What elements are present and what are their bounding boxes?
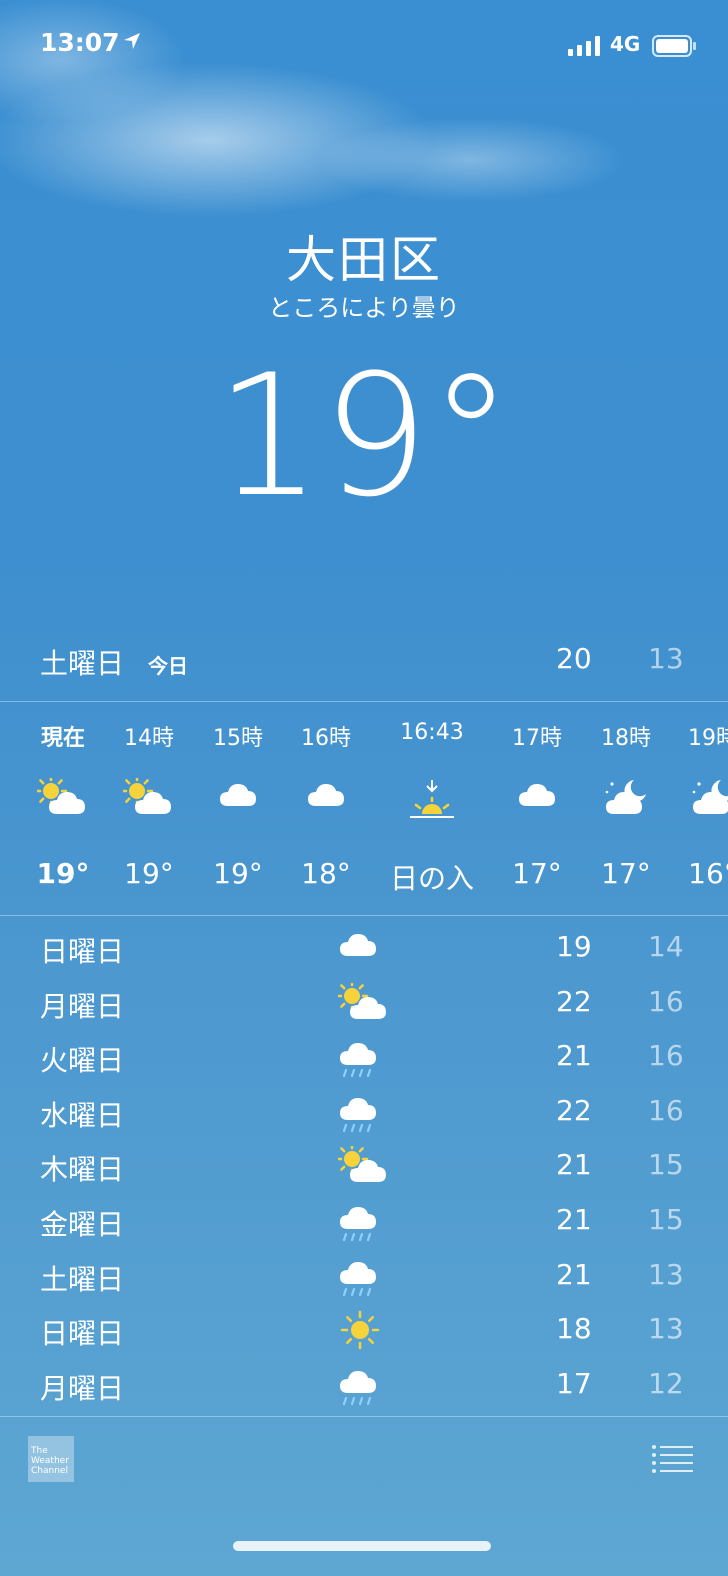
signal-bars-icon bbox=[568, 36, 602, 60]
today-low: 13 bbox=[648, 642, 684, 675]
battery-icon bbox=[652, 35, 696, 61]
hourly-item: 18時 17° bbox=[581, 702, 671, 914]
daily-high: 21 bbox=[556, 1257, 592, 1291]
cloud-icon bbox=[517, 778, 557, 814]
hourly-item: 15時 19° bbox=[193, 702, 283, 914]
current-temperature: 19° bbox=[215, 338, 513, 534]
hourly-item: 19時 16° bbox=[668, 702, 728, 914]
daily-high: 21 bbox=[556, 1039, 592, 1073]
daily-row: 木曜日 21 15 bbox=[0, 1140, 728, 1194]
daily-high: 21 bbox=[556, 1203, 592, 1236]
sun-icon bbox=[338, 1310, 382, 1354]
status-bar: 13:07 4G bbox=[0, 28, 728, 64]
daily-high: 22 bbox=[556, 984, 592, 1018]
daily-row: 日曜日 19 14 bbox=[0, 922, 728, 976]
divider bbox=[0, 915, 728, 916]
hourly-item: 16:43 日の入 bbox=[386, 702, 478, 914]
hourly-temp: 17° bbox=[512, 857, 562, 890]
daily-high: 19 bbox=[556, 930, 592, 963]
hourly-time: 17時 bbox=[512, 726, 562, 751]
hourly-time: 16:43 bbox=[400, 720, 464, 745]
hourly-temp: 19° bbox=[124, 857, 174, 890]
daily-day: 月曜日 bbox=[40, 989, 125, 1023]
condition-text: ところにより曇り bbox=[268, 294, 460, 322]
partly-cloudy-icon bbox=[335, 1143, 390, 1190]
daily-day: 日曜日 bbox=[40, 935, 125, 968]
hourly-item: 16時 18° bbox=[281, 702, 371, 914]
weather-channel-logo[interactable]: The Weather Channel bbox=[28, 1436, 74, 1482]
daily-day: 日曜日 bbox=[40, 1317, 125, 1351]
partly-cloudy-icon bbox=[335, 979, 390, 1027]
divider bbox=[0, 1416, 728, 1417]
partly-cloudy-icon bbox=[34, 774, 89, 822]
daily-row: 金曜日 21 15 bbox=[0, 1195, 728, 1249]
daily-high: 17 bbox=[556, 1366, 592, 1400]
daily-high: 22 bbox=[556, 1093, 592, 1127]
daily-row: 土曜日 21 13 bbox=[0, 1250, 728, 1304]
daily-low: 15 bbox=[648, 1203, 684, 1236]
partly-cloudy-icon bbox=[120, 774, 175, 822]
hourly-forecast[interactable]: 現在 19° 14時 19° 15時 19° 16時 18° 16:43 日の入 17時 17°… bbox=[0, 702, 728, 914]
daily-row: 火曜日 21 16 bbox=[0, 1031, 728, 1085]
rain-icon bbox=[338, 1365, 380, 1411]
cloud-icon bbox=[306, 778, 346, 814]
hourly-item: 17時 17° bbox=[492, 702, 582, 914]
hourly-time: 現在 bbox=[40, 726, 85, 751]
daily-day: 木曜日 bbox=[40, 1153, 125, 1187]
network-type: 4G bbox=[610, 32, 641, 56]
daily-day: 火曜日 bbox=[40, 1044, 125, 1078]
daily-low: 16 bbox=[648, 1039, 684, 1073]
home-indicator[interactable] bbox=[233, 1541, 491, 1551]
hourly-temp: 16° bbox=[688, 857, 728, 890]
hourly-time: 18時 bbox=[601, 726, 651, 751]
hourly-temp: 19° bbox=[213, 857, 263, 890]
daily-low: 14 bbox=[648, 930, 684, 963]
hourly-temp: 19° bbox=[36, 857, 90, 890]
daily-low: 13 bbox=[648, 1312, 684, 1346]
sunset-icon bbox=[408, 778, 456, 826]
hourly-item: 14時 19° bbox=[104, 702, 194, 914]
daily-day: 水曜日 bbox=[40, 1098, 125, 1132]
daily-row: 水曜日 22 16 bbox=[0, 1086, 728, 1140]
rain-icon bbox=[338, 1092, 380, 1138]
daily-low: 15 bbox=[648, 1148, 684, 1182]
today-day: 土曜日 bbox=[40, 647, 125, 680]
location-arrow-icon bbox=[123, 32, 141, 54]
hourly-temp: 日の入 bbox=[389, 862, 474, 895]
daily-high: 21 bbox=[556, 1148, 592, 1182]
hourly-time: 19時 bbox=[688, 726, 728, 751]
partly-cloudy-night-icon bbox=[604, 778, 648, 822]
hourly-temp: 18° bbox=[301, 857, 351, 890]
hourly-temp: 17° bbox=[601, 857, 651, 890]
today-row: 土曜日 今日 20 13 bbox=[0, 640, 728, 684]
rain-icon bbox=[338, 1201, 380, 1247]
hourly-time: 16時 bbox=[301, 726, 351, 751]
daily-low: 12 bbox=[648, 1366, 684, 1400]
today-label: 今日 bbox=[148, 654, 188, 678]
status-time: 13:07 bbox=[40, 28, 120, 57]
rain-icon bbox=[338, 1037, 380, 1083]
daily-row: 月曜日 22 16 bbox=[0, 977, 728, 1031]
hourly-time: 14時 bbox=[124, 726, 174, 751]
partly-cloudy-night-icon bbox=[691, 778, 728, 822]
hourly-time: 15時 bbox=[213, 726, 263, 751]
cloud-icon bbox=[218, 778, 258, 814]
daily-low: 16 bbox=[648, 1093, 684, 1127]
city-list-icon[interactable] bbox=[652, 1444, 694, 1478]
cloud-icon bbox=[338, 928, 378, 964]
daily-low: 16 bbox=[648, 984, 684, 1018]
city-name: 大田区 bbox=[286, 231, 442, 289]
daily-low: 13 bbox=[648, 1257, 684, 1291]
daily-day: 月曜日 bbox=[40, 1371, 125, 1405]
today-high: 20 bbox=[556, 642, 592, 675]
daily-high: 18 bbox=[556, 1312, 592, 1346]
daily-row: 月曜日 17 12 bbox=[0, 1359, 728, 1413]
daily-day: 金曜日 bbox=[40, 1208, 125, 1241]
rain-icon bbox=[338, 1256, 380, 1302]
hourly-item: 現在 19° bbox=[18, 702, 108, 914]
daily-row: 日曜日 18 13 bbox=[0, 1304, 728, 1358]
daily-day: 土曜日 bbox=[40, 1262, 125, 1296]
